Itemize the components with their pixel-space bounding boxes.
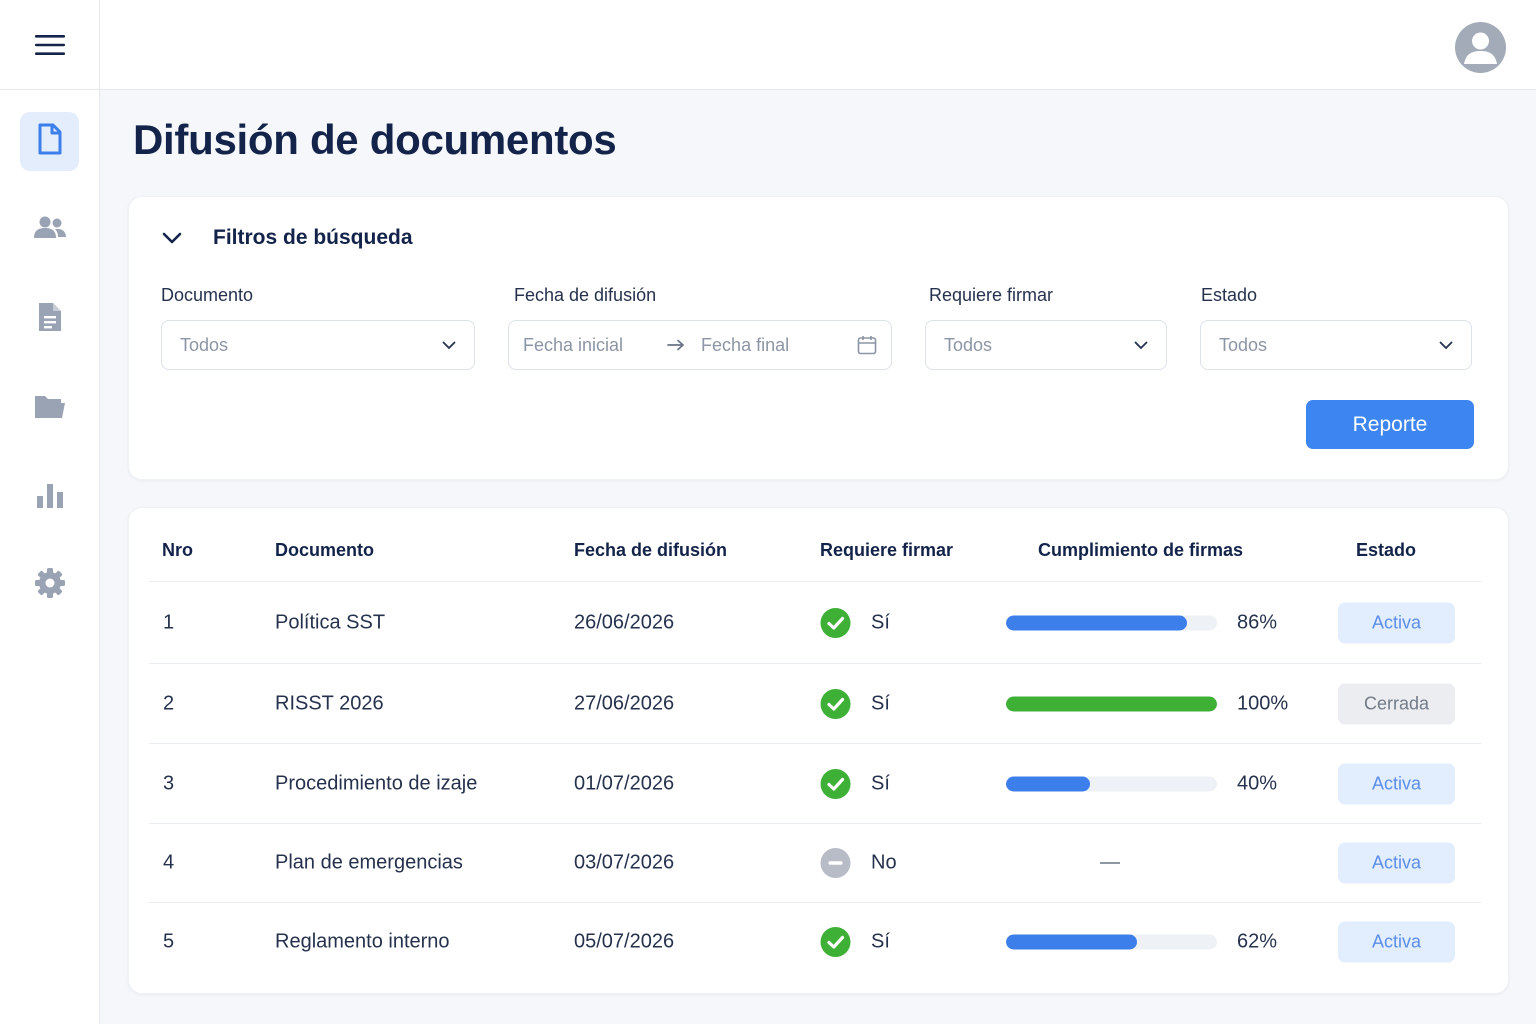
- diffusion-date: 01/07/2026: [574, 772, 675, 794]
- check-circle-icon: [820, 688, 851, 719]
- hamburger-menu-icon[interactable]: [0, 0, 100, 90]
- row-number: 3: [163, 772, 175, 794]
- table-row[interactable]: 3 Procedimiento de izaje 01/07/2026 Sí 40% Ac…: [129, 744, 1510, 823]
- start-date-input[interactable]: Fecha inicial: [523, 335, 623, 356]
- requiere-firmar-select[interactable]: Todos: [925, 320, 1167, 370]
- table-row[interactable]: 1 Política SST 26/06/2026 Sí 86% Activa: [129, 583, 1510, 663]
- report-button[interactable]: Reporte: [1306, 400, 1474, 449]
- filters-toggle[interactable]: Filtros de búsqueda: [159, 225, 413, 251]
- documento-select-value: Todos: [180, 334, 229, 355]
- table-row[interactable]: 5 Reglamento interno 05/07/2026 Sí 62% Activa: [129, 902, 1510, 981]
- document-name: Procedimiento de izaje: [275, 772, 478, 794]
- minus-circle-icon: [820, 847, 851, 878]
- chevron-down-icon: [1439, 341, 1453, 350]
- document-name: Política SST: [275, 611, 386, 634]
- status-badge: Activa: [1338, 842, 1455, 883]
- requires-sign-value: Sí: [871, 930, 890, 952]
- end-date-input[interactable]: Fecha final: [701, 335, 789, 356]
- signature-percentage: 40%: [1237, 772, 1278, 794]
- users-icon: [33, 215, 67, 246]
- signature-progress-bar: [1006, 934, 1217, 949]
- diffusion-date: 27/06/2026: [574, 692, 675, 714]
- arrow-right-icon: [667, 339, 685, 351]
- diffusion-date: 26/06/2026: [574, 611, 675, 634]
- check-circle-icon: [820, 608, 851, 639]
- calendar-icon[interactable]: [857, 335, 877, 355]
- sidebar-item-folders[interactable]: [20, 379, 79, 438]
- column-header-estado[interactable]: Estado: [1356, 540, 1416, 561]
- status-badge: Activa: [1338, 921, 1455, 962]
- sidebar-item-reports[interactable]: [20, 468, 79, 527]
- diffusion-date: 03/07/2026: [574, 851, 675, 873]
- signature-percentage: 62%: [1237, 930, 1278, 952]
- signature-progress-fill: [1006, 615, 1188, 631]
- estado-select[interactable]: Todos: [1200, 320, 1472, 370]
- filters-panel: Filtros de búsqueda Documento Todos Fech…: [128, 196, 1509, 480]
- signature-progress-fill: [1006, 934, 1137, 949]
- sidebar-item-settings[interactable]: [20, 556, 79, 615]
- table-row[interactable]: 2 RISST 2026 27/06/2026 Sí 100% Cerrada: [129, 664, 1510, 743]
- requires-sign-value: Sí: [871, 772, 890, 794]
- check-circle-icon: [820, 768, 851, 799]
- fecha-filter-label: Fecha de difusión: [514, 285, 657, 305]
- page-title: Difusión de documentos: [133, 116, 617, 163]
- row-number: 5: [163, 930, 175, 952]
- sidebar: [0, 0, 100, 1024]
- chevron-down-icon: [1134, 341, 1148, 350]
- table-row[interactable]: 4 Plan de emergencias 03/07/2026 No Activa: [129, 823, 1510, 902]
- column-header-nro[interactable]: Nro: [162, 540, 193, 561]
- gear-icon: [34, 567, 66, 604]
- signature-progress-bar: [1006, 776, 1217, 791]
- status-badge: Activa: [1338, 763, 1455, 804]
- estado-filter-label: Estado: [1201, 285, 1258, 305]
- filters-title: Filtros de búsqueda: [213, 226, 413, 249]
- sidebar-item-documents[interactable]: [20, 112, 79, 171]
- chevron-down-icon: [442, 341, 456, 350]
- column-header-firmar[interactable]: Requiere firmar: [820, 540, 953, 561]
- signature-progress-bar: [1006, 696, 1217, 711]
- chevron-down-icon: [159, 225, 185, 251]
- document-outline-icon: [37, 123, 63, 160]
- signature-progress-fill: [1006, 696, 1217, 711]
- requiere-firmar-select-value: Todos: [944, 334, 993, 355]
- documento-filter-label: Documento: [161, 285, 254, 305]
- row-number: 2: [163, 692, 175, 714]
- folder-icon: [33, 392, 67, 425]
- signature-progress-fill: [1006, 776, 1091, 791]
- sidebar-item-users[interactable]: [20, 201, 79, 260]
- document-name: Plan de emergencias: [275, 851, 463, 873]
- requires-sign-value: Sí: [871, 692, 890, 714]
- row-number: 1: [163, 611, 175, 634]
- check-circle-icon: [820, 926, 851, 957]
- column-header-fecha[interactable]: Fecha de difusión: [574, 540, 727, 561]
- requires-sign-value: Sí: [871, 611, 890, 634]
- no-progress-dash: [1100, 861, 1120, 864]
- column-header-cumplimiento[interactable]: Cumplimiento de firmas: [1038, 540, 1243, 561]
- signature-percentage: 100%: [1237, 692, 1289, 714]
- requires-sign-value: No: [871, 851, 897, 873]
- top-bar: [100, 0, 1536, 90]
- firmar-filter-label: Requiere firmar: [929, 285, 1054, 305]
- row-number: 4: [163, 851, 175, 873]
- signature-percentage: 86%: [1237, 611, 1278, 634]
- status-badge: Cerrada: [1338, 683, 1455, 724]
- estado-select-value: Todos: [1219, 334, 1268, 355]
- column-header-documento[interactable]: Documento: [275, 540, 374, 561]
- documents-table: Nro Documento Fecha de difusión Requiere…: [128, 507, 1509, 994]
- documento-select[interactable]: Todos: [161, 320, 475, 370]
- document-name: RISST 2026: [275, 692, 384, 714]
- document-text-icon: [37, 301, 63, 338]
- header-divider: [149, 581, 1481, 582]
- sidebar-item-files[interactable]: [20, 290, 79, 349]
- status-badge: Activa: [1338, 602, 1455, 644]
- document-name: Reglamento interno: [275, 930, 450, 952]
- bar-chart-icon: [35, 480, 65, 515]
- signature-progress-bar: [1006, 615, 1217, 631]
- user-avatar-icon[interactable]: [1455, 22, 1506, 73]
- diffusion-date: 05/07/2026: [574, 930, 675, 952]
- date-range-picker[interactable]: Fecha inicial Fecha final: [508, 320, 892, 370]
